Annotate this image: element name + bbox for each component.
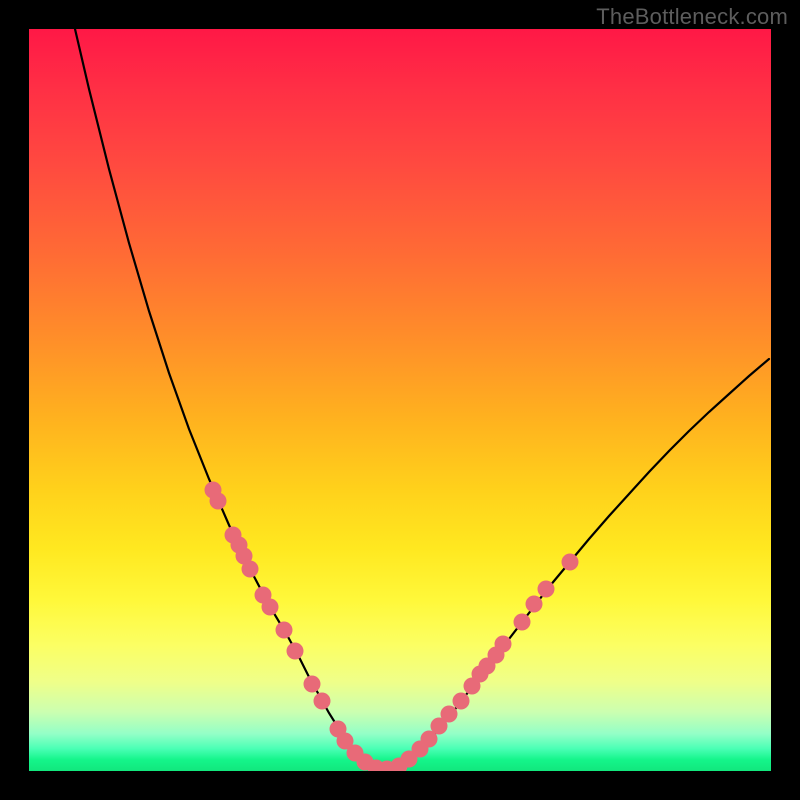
data-marker <box>314 693 331 710</box>
plot-area <box>29 29 771 771</box>
data-marker <box>262 599 279 616</box>
data-marker <box>287 643 304 660</box>
data-marker <box>242 561 259 578</box>
data-marker <box>276 622 293 639</box>
data-marker <box>304 676 321 693</box>
data-marker <box>562 554 579 571</box>
data-marker <box>538 581 555 598</box>
data-marker <box>495 636 512 653</box>
watermark-text: TheBottleneck.com <box>596 4 788 30</box>
chart-svg <box>29 29 771 771</box>
data-marker <box>526 596 543 613</box>
data-marker <box>514 614 531 631</box>
data-marker <box>210 493 227 510</box>
chart-frame: TheBottleneck.com <box>0 0 800 800</box>
marker-group <box>205 482 579 772</box>
data-marker <box>441 706 458 723</box>
data-marker <box>453 693 470 710</box>
bottleneck-curve <box>75 29 769 769</box>
